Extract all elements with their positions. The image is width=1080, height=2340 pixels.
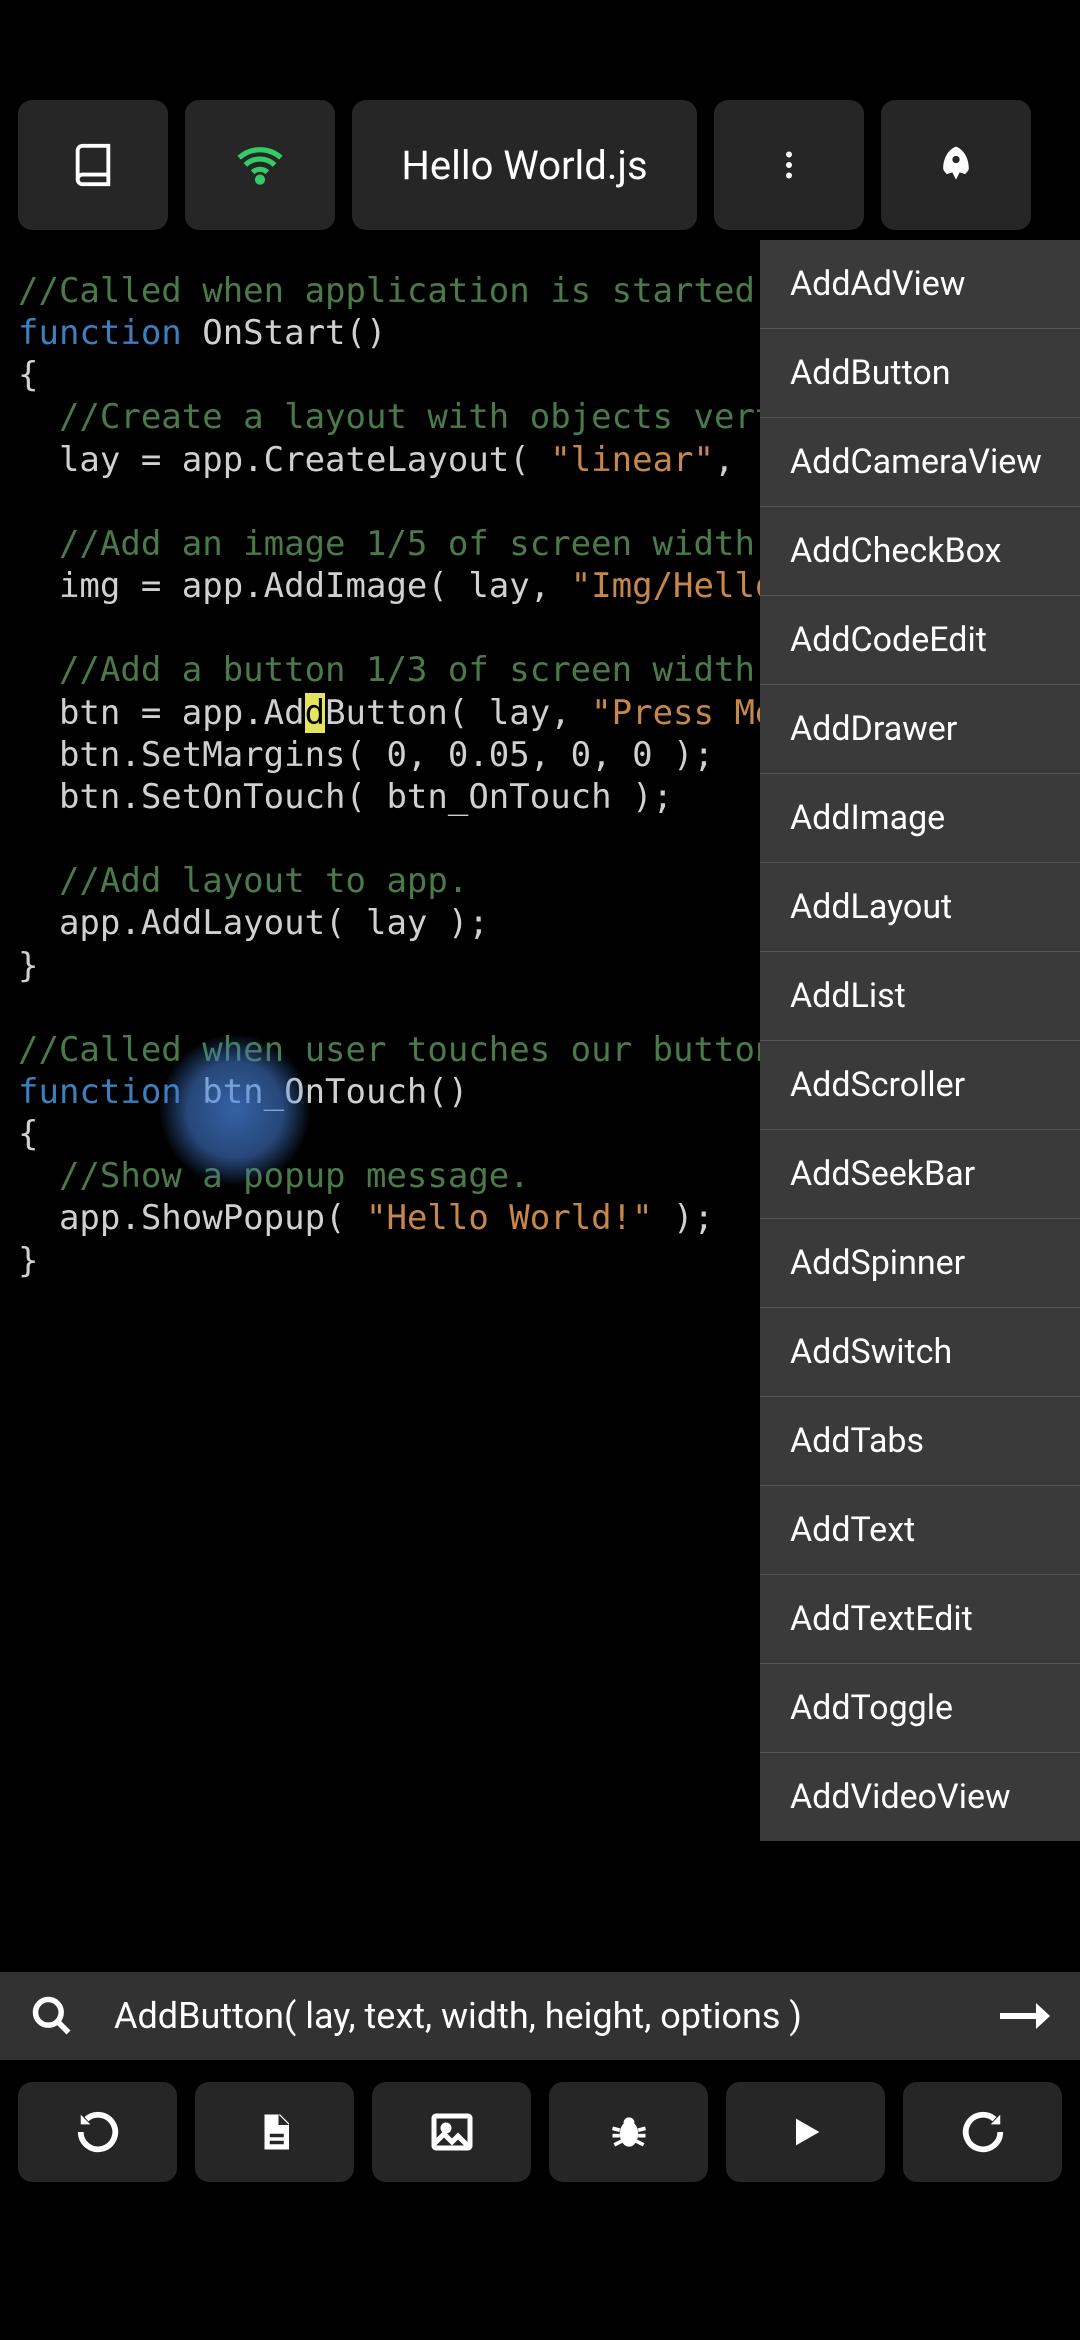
autocomplete-item[interactable]: AddVideoView bbox=[760, 1753, 1080, 1841]
autocomplete-item[interactable]: AddSwitch bbox=[760, 1308, 1080, 1397]
autocomplete-item[interactable]: AddText bbox=[760, 1486, 1080, 1575]
docs-button[interactable] bbox=[18, 100, 168, 230]
play-icon bbox=[786, 2112, 826, 2152]
more-vert-icon bbox=[771, 147, 807, 183]
redo-button[interactable] bbox=[903, 2082, 1062, 2182]
connect-button[interactable] bbox=[185, 100, 335, 230]
debug-button[interactable] bbox=[549, 2082, 708, 2182]
autocomplete-item[interactable]: AddSpinner bbox=[760, 1219, 1080, 1308]
top-toolbar: Hello World.js bbox=[0, 90, 1080, 240]
autocomplete-item[interactable]: AddImage bbox=[760, 774, 1080, 863]
file-title-label: Hello World.js bbox=[401, 142, 647, 189]
autocomplete-item[interactable]: AddTabs bbox=[760, 1397, 1080, 1486]
autocomplete-item[interactable]: AddLayout bbox=[760, 863, 1080, 952]
wifi-icon bbox=[235, 140, 285, 190]
rocket-icon bbox=[934, 143, 978, 187]
autocomplete-item[interactable]: AddAdView bbox=[760, 240, 1080, 329]
bottom-toolbar bbox=[0, 2060, 1080, 2200]
autocomplete-item[interactable]: AddSeekBar bbox=[760, 1130, 1080, 1219]
undo-button[interactable] bbox=[18, 2082, 177, 2182]
undo-icon bbox=[75, 2109, 121, 2155]
editor-area[interactable]: //Called when application is started.fun… bbox=[0, 240, 1080, 1972]
autocomplete-item[interactable]: AddTextEdit bbox=[760, 1575, 1080, 1664]
assets-button[interactable] bbox=[372, 2082, 531, 2182]
more-button[interactable] bbox=[714, 100, 864, 230]
hint-signature: AddButton( lay, text, width, height, opt… bbox=[114, 1995, 960, 2037]
autocomplete-item[interactable]: AddDrawer bbox=[760, 685, 1080, 774]
bug-icon bbox=[607, 2110, 651, 2154]
redo-icon bbox=[960, 2109, 1006, 2155]
autocomplete-item[interactable]: AddCodeEdit bbox=[760, 596, 1080, 685]
autocomplete-panel[interactable]: AddAdViewAddButtonAddCameraViewAddCheckB… bbox=[760, 240, 1080, 1841]
file-title-button[interactable]: Hello World.js bbox=[352, 100, 697, 230]
file-button[interactable] bbox=[195, 2082, 354, 2182]
book-icon bbox=[70, 142, 116, 188]
autocomplete-item[interactable]: AddButton bbox=[760, 329, 1080, 418]
autocomplete-item[interactable]: AddCheckBox bbox=[760, 507, 1080, 596]
autocomplete-item[interactable]: AddToggle bbox=[760, 1664, 1080, 1753]
image-icon bbox=[428, 2108, 476, 2156]
play-button[interactable] bbox=[726, 2082, 885, 2182]
search-icon[interactable] bbox=[30, 1994, 74, 2038]
hint-bar: AddButton( lay, text, width, height, opt… bbox=[0, 1972, 1080, 2060]
arrow-right-icon[interactable] bbox=[1000, 2001, 1050, 2031]
run-button[interactable] bbox=[881, 100, 1031, 230]
autocomplete-item[interactable]: AddScroller bbox=[760, 1041, 1080, 1130]
file-icon bbox=[254, 2111, 296, 2153]
autocomplete-item[interactable]: AddCameraView bbox=[760, 418, 1080, 507]
autocomplete-item[interactable]: AddList bbox=[760, 952, 1080, 1041]
